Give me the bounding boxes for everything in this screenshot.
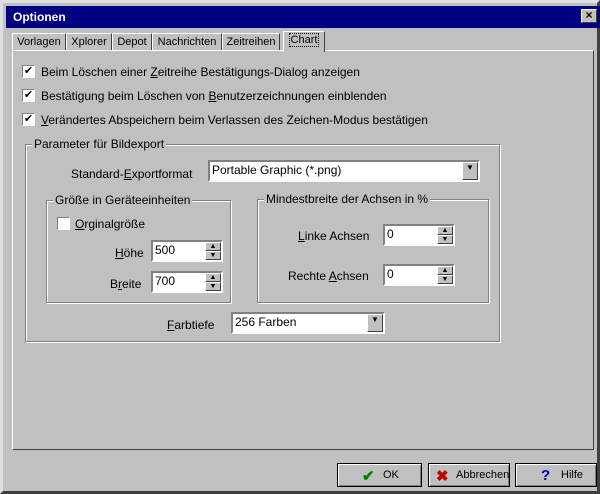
axis-width-title: Mindestbreite der Achsen in % [264, 192, 431, 206]
tab-nachrichten[interactable]: Nachrichten [152, 33, 222, 51]
left-axis-spinner[interactable]: ▲ ▼ [437, 226, 453, 244]
check-icon: ✔ [362, 468, 375, 485]
tab-chart[interactable]: Chart [283, 31, 325, 52]
spin-down-icon[interactable]: ▼ [205, 282, 221, 291]
title-bar: Optionen × [6, 6, 600, 28]
export-format-select[interactable]: Portable Graphic (*.png) [208, 160, 480, 182]
right-axis-label: Rechte Achsen [288, 269, 369, 283]
size-group-title: Größe in Geräteeinheiten [53, 193, 193, 207]
cancel-button[interactable]: ✖ Abbrechen [428, 463, 510, 487]
spin-down-icon[interactable]: ▼ [205, 251, 221, 260]
tab-xplorer[interactable]: Xplorer [66, 33, 112, 51]
confirm-save-drawing-label: Verändertes Abspeichern beim Verlassen d… [41, 113, 428, 127]
confirm-delete-drawings-checkbox[interactable]: ✔ [22, 89, 35, 102]
confirm-save-drawing-checkbox[interactable]: ✔ [22, 113, 35, 126]
spin-up-icon[interactable]: ▲ [205, 242, 221, 251]
spin-up-icon[interactable]: ▲ [205, 273, 221, 282]
spin-down-icon[interactable]: ▼ [437, 275, 453, 284]
width-spinner[interactable]: ▲ ▼ [205, 273, 221, 291]
original-size-checkbox[interactable] [57, 217, 70, 230]
spin-up-icon[interactable]: ▲ [437, 226, 453, 235]
axis-width-group: Mindestbreite der Achsen in % [257, 192, 489, 303]
help-button[interactable]: ? Hilfe [515, 463, 597, 487]
original-size-label: Orginalgröße [75, 217, 146, 231]
right-axis-spinner[interactable]: ▲ ▼ [437, 266, 453, 284]
export-format-dropdown-button[interactable]: ▼ [462, 162, 478, 180]
confirm-delete-series-checkbox[interactable]: ✔ [22, 65, 35, 78]
close-button[interactable]: × [581, 9, 597, 23]
height-spinner[interactable]: ▲ ▼ [205, 242, 221, 260]
chevron-down-icon: ▼ [371, 315, 379, 324]
export-format-label: Standard-Exportformat [71, 167, 193, 181]
confirm-delete-series-label: Beim Löschen einer Zeitreihe Bestätigung… [41, 65, 360, 79]
tab-zeitreihen[interactable]: Zeitreihen [222, 33, 280, 51]
height-label: Höhe [115, 246, 144, 260]
color-depth-dropdown-button[interactable]: ▼ [367, 314, 383, 332]
confirm-delete-drawings-label: Bestätigung beim Löschen von Benutzerzei… [41, 89, 387, 103]
window-title: Optionen [13, 10, 66, 24]
question-icon: ? [541, 467, 551, 484]
chevron-down-icon: ▼ [466, 163, 474, 172]
spin-up-icon[interactable]: ▲ [437, 266, 453, 275]
spin-down-icon[interactable]: ▼ [437, 235, 453, 244]
color-depth-select[interactable]: 256 Farben [231, 312, 385, 334]
x-icon: ✖ [436, 468, 449, 485]
ok-button[interactable]: ✔ OK [337, 463, 422, 487]
tab-depot[interactable]: Depot [112, 33, 152, 51]
width-label: Breite [110, 277, 142, 291]
color-depth-label: Farbtiefe [167, 318, 215, 332]
left-axis-label: Linke Achsen [298, 229, 370, 243]
close-icon: × [585, 8, 593, 22]
export-parameters-title: Parameter für Bildexport [32, 137, 167, 151]
tab-vorlagen[interactable]: Vorlagen [12, 33, 66, 51]
options-dialog: Optionen × Vorlagen Xplorer Depot Nachri… [0, 0, 600, 494]
